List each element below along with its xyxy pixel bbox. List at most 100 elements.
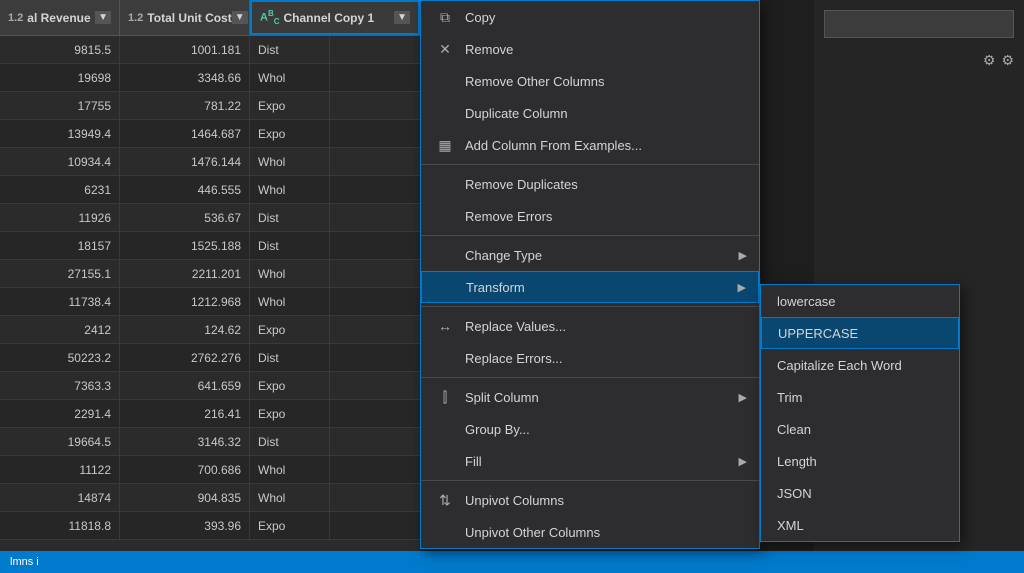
copy-icon: ⧉	[433, 5, 457, 29]
cell-channel: Whol	[250, 288, 330, 315]
table-row: 19698 3348.66 Whol	[0, 64, 420, 92]
cell-channel: Dist	[250, 232, 330, 259]
gear-icon-1[interactable]: ⚙	[983, 52, 996, 69]
submenu-item-trim[interactable]: Trim	[761, 381, 959, 413]
cell-revenue: 11818.8	[0, 512, 120, 539]
col-dropdown-channel[interactable]: ▼	[394, 11, 410, 24]
menu-icon-blank	[433, 520, 457, 544]
cell-revenue: 11738.4	[0, 288, 120, 315]
menu-item-label: Duplicate Column	[465, 106, 568, 121]
cell-channel: Expo	[250, 120, 330, 147]
cell-channel: Expo	[250, 92, 330, 119]
cell-cost: 446.555	[120, 176, 250, 203]
submenu-item-capitalize[interactable]: Capitalize Each Word	[761, 349, 959, 381]
menu-item-unpivot_other_columns[interactable]: Unpivot Other Columns	[421, 516, 759, 548]
submenu-item-uppercase[interactable]: UPPERCASE	[761, 317, 959, 349]
submenu-item-clean[interactable]: Clean	[761, 413, 959, 445]
menu-item-label: Group By...	[465, 422, 530, 437]
cell-revenue: 17755	[0, 92, 120, 119]
menu-icon-blank	[433, 69, 457, 93]
gear-icon-2[interactable]: ⚙	[1001, 52, 1014, 69]
cell-revenue: 19664.5	[0, 428, 120, 455]
menu-icon-blank	[433, 346, 457, 370]
cell-revenue: 2291.4	[0, 400, 120, 427]
col-header-revenue[interactable]: 1.2 al Revenue ▼	[0, 0, 120, 35]
menu-item-duplicate_column[interactable]: Duplicate Column	[421, 97, 759, 129]
cell-cost: 2762.276	[120, 344, 250, 371]
menu-separator	[421, 480, 759, 481]
menu-item-label: Copy	[465, 10, 495, 25]
cell-channel: Dist	[250, 344, 330, 371]
table-row: 7363.3 641.659 Expo	[0, 372, 420, 400]
table-row: 18157 1525.188 Dist	[0, 232, 420, 260]
submenu-item-json[interactable]: JSON	[761, 477, 959, 509]
submenu-arrow-icon: ▶	[739, 249, 747, 262]
menu-item-unpivot_columns[interactable]: ⇅Unpivot Columns	[421, 484, 759, 516]
cell-channel: Whol	[250, 484, 330, 511]
menu-item-group_by[interactable]: Group By...	[421, 413, 759, 445]
col-label-cost: Total Unit Cost	[147, 11, 231, 25]
col-dropdown-revenue[interactable]: ▼	[95, 11, 111, 24]
cell-cost: 393.96	[120, 512, 250, 539]
status-bar: lmns i	[0, 551, 1024, 573]
table-row: 11738.4 1212.968 Whol	[0, 288, 420, 316]
menu-item-replace_errors[interactable]: Replace Errors...	[421, 342, 759, 374]
menu-item-change_type[interactable]: Change Type ▶	[421, 239, 759, 271]
table-row: 27155.1 2211.201 Whol	[0, 260, 420, 288]
table-row: 6231 446.555 Whol	[0, 176, 420, 204]
table-row: 11926 536.67 Dist	[0, 204, 420, 232]
submenu-item-label: Capitalize Each Word	[777, 358, 902, 373]
table-row: 10934.4 1476.144 Whol	[0, 148, 420, 176]
cell-cost: 1212.968	[120, 288, 250, 315]
submenu-item-label: Length	[777, 454, 817, 469]
submenu-item-label: XML	[777, 518, 804, 533]
menu-item-remove_other_columns[interactable]: Remove Other Columns	[421, 65, 759, 97]
cell-revenue: 10934.4	[0, 148, 120, 175]
add_col-icon: ▦	[433, 133, 457, 157]
submenu-item-lowercase[interactable]: lowercase	[761, 285, 959, 317]
cell-channel: Expo	[250, 512, 330, 539]
cell-channel: Whol	[250, 176, 330, 203]
cell-cost: 781.22	[120, 92, 250, 119]
status-text: lmns i	[10, 556, 39, 568]
unpivot-icon: ⇅	[433, 488, 457, 512]
menu-item-label: Add Column From Examples...	[465, 138, 642, 153]
col-header-cost[interactable]: 1.2 Total Unit Cost ▼	[120, 0, 250, 35]
table-row: 2412 124.62 Expo	[0, 316, 420, 344]
menu-item-fill[interactable]: Fill▶	[421, 445, 759, 477]
menu-item-label: Remove Duplicates	[465, 177, 578, 192]
menu-separator	[421, 377, 759, 378]
type-icon-channel: ABC	[260, 9, 280, 26]
cell-channel: Whol	[250, 148, 330, 175]
cell-cost: 124.62	[120, 316, 250, 343]
menu-icon-blank	[433, 204, 457, 228]
cell-cost: 700.686	[120, 456, 250, 483]
submenu-item-xml[interactable]: XML	[761, 509, 959, 541]
cell-cost: 1001.181	[120, 36, 250, 63]
search-box[interactable]	[824, 10, 1014, 38]
menu-item-remove[interactable]: ✕Remove	[421, 33, 759, 65]
menu-item-remove_duplicates[interactable]: Remove Duplicates	[421, 168, 759, 200]
menu-item-copy[interactable]: ⧉ Copy	[421, 1, 759, 33]
menu-item-remove_errors[interactable]: Remove Errors	[421, 200, 759, 232]
cell-channel: Whol	[250, 456, 330, 483]
cell-revenue: 2412	[0, 316, 120, 343]
table-row: 19664.5 3146.32 Dist	[0, 428, 420, 456]
menu-item-label: Replace Values...	[465, 319, 566, 334]
table-row: 14874 904.835 Whol	[0, 484, 420, 512]
cell-channel: Dist	[250, 36, 330, 63]
menu-item-add_column_from_examples[interactable]: ▦ Add Column From Examples...	[421, 129, 759, 161]
menu-item-transform[interactable]: Transform▶	[421, 271, 759, 303]
menu-item-label: Fill	[465, 454, 482, 469]
table-row: 11122 700.686 Whol	[0, 456, 420, 484]
remove-icon: ✕	[433, 37, 457, 61]
col-dropdown-cost[interactable]: ▼	[232, 11, 248, 24]
menu-item-split_column[interactable]: ⫿Split Column▶	[421, 381, 759, 413]
menu-item-replace_values[interactable]: ↔Replace Values...	[421, 310, 759, 342]
type-icon-revenue: 1.2	[8, 12, 23, 24]
col-header-channel[interactable]: ABC Channel Copy 1 ▼	[250, 0, 420, 35]
cell-revenue: 11926	[0, 204, 120, 231]
cell-cost: 641.659	[120, 372, 250, 399]
menu-item-label: Change Type	[465, 248, 542, 263]
submenu-item-length[interactable]: Length	[761, 445, 959, 477]
